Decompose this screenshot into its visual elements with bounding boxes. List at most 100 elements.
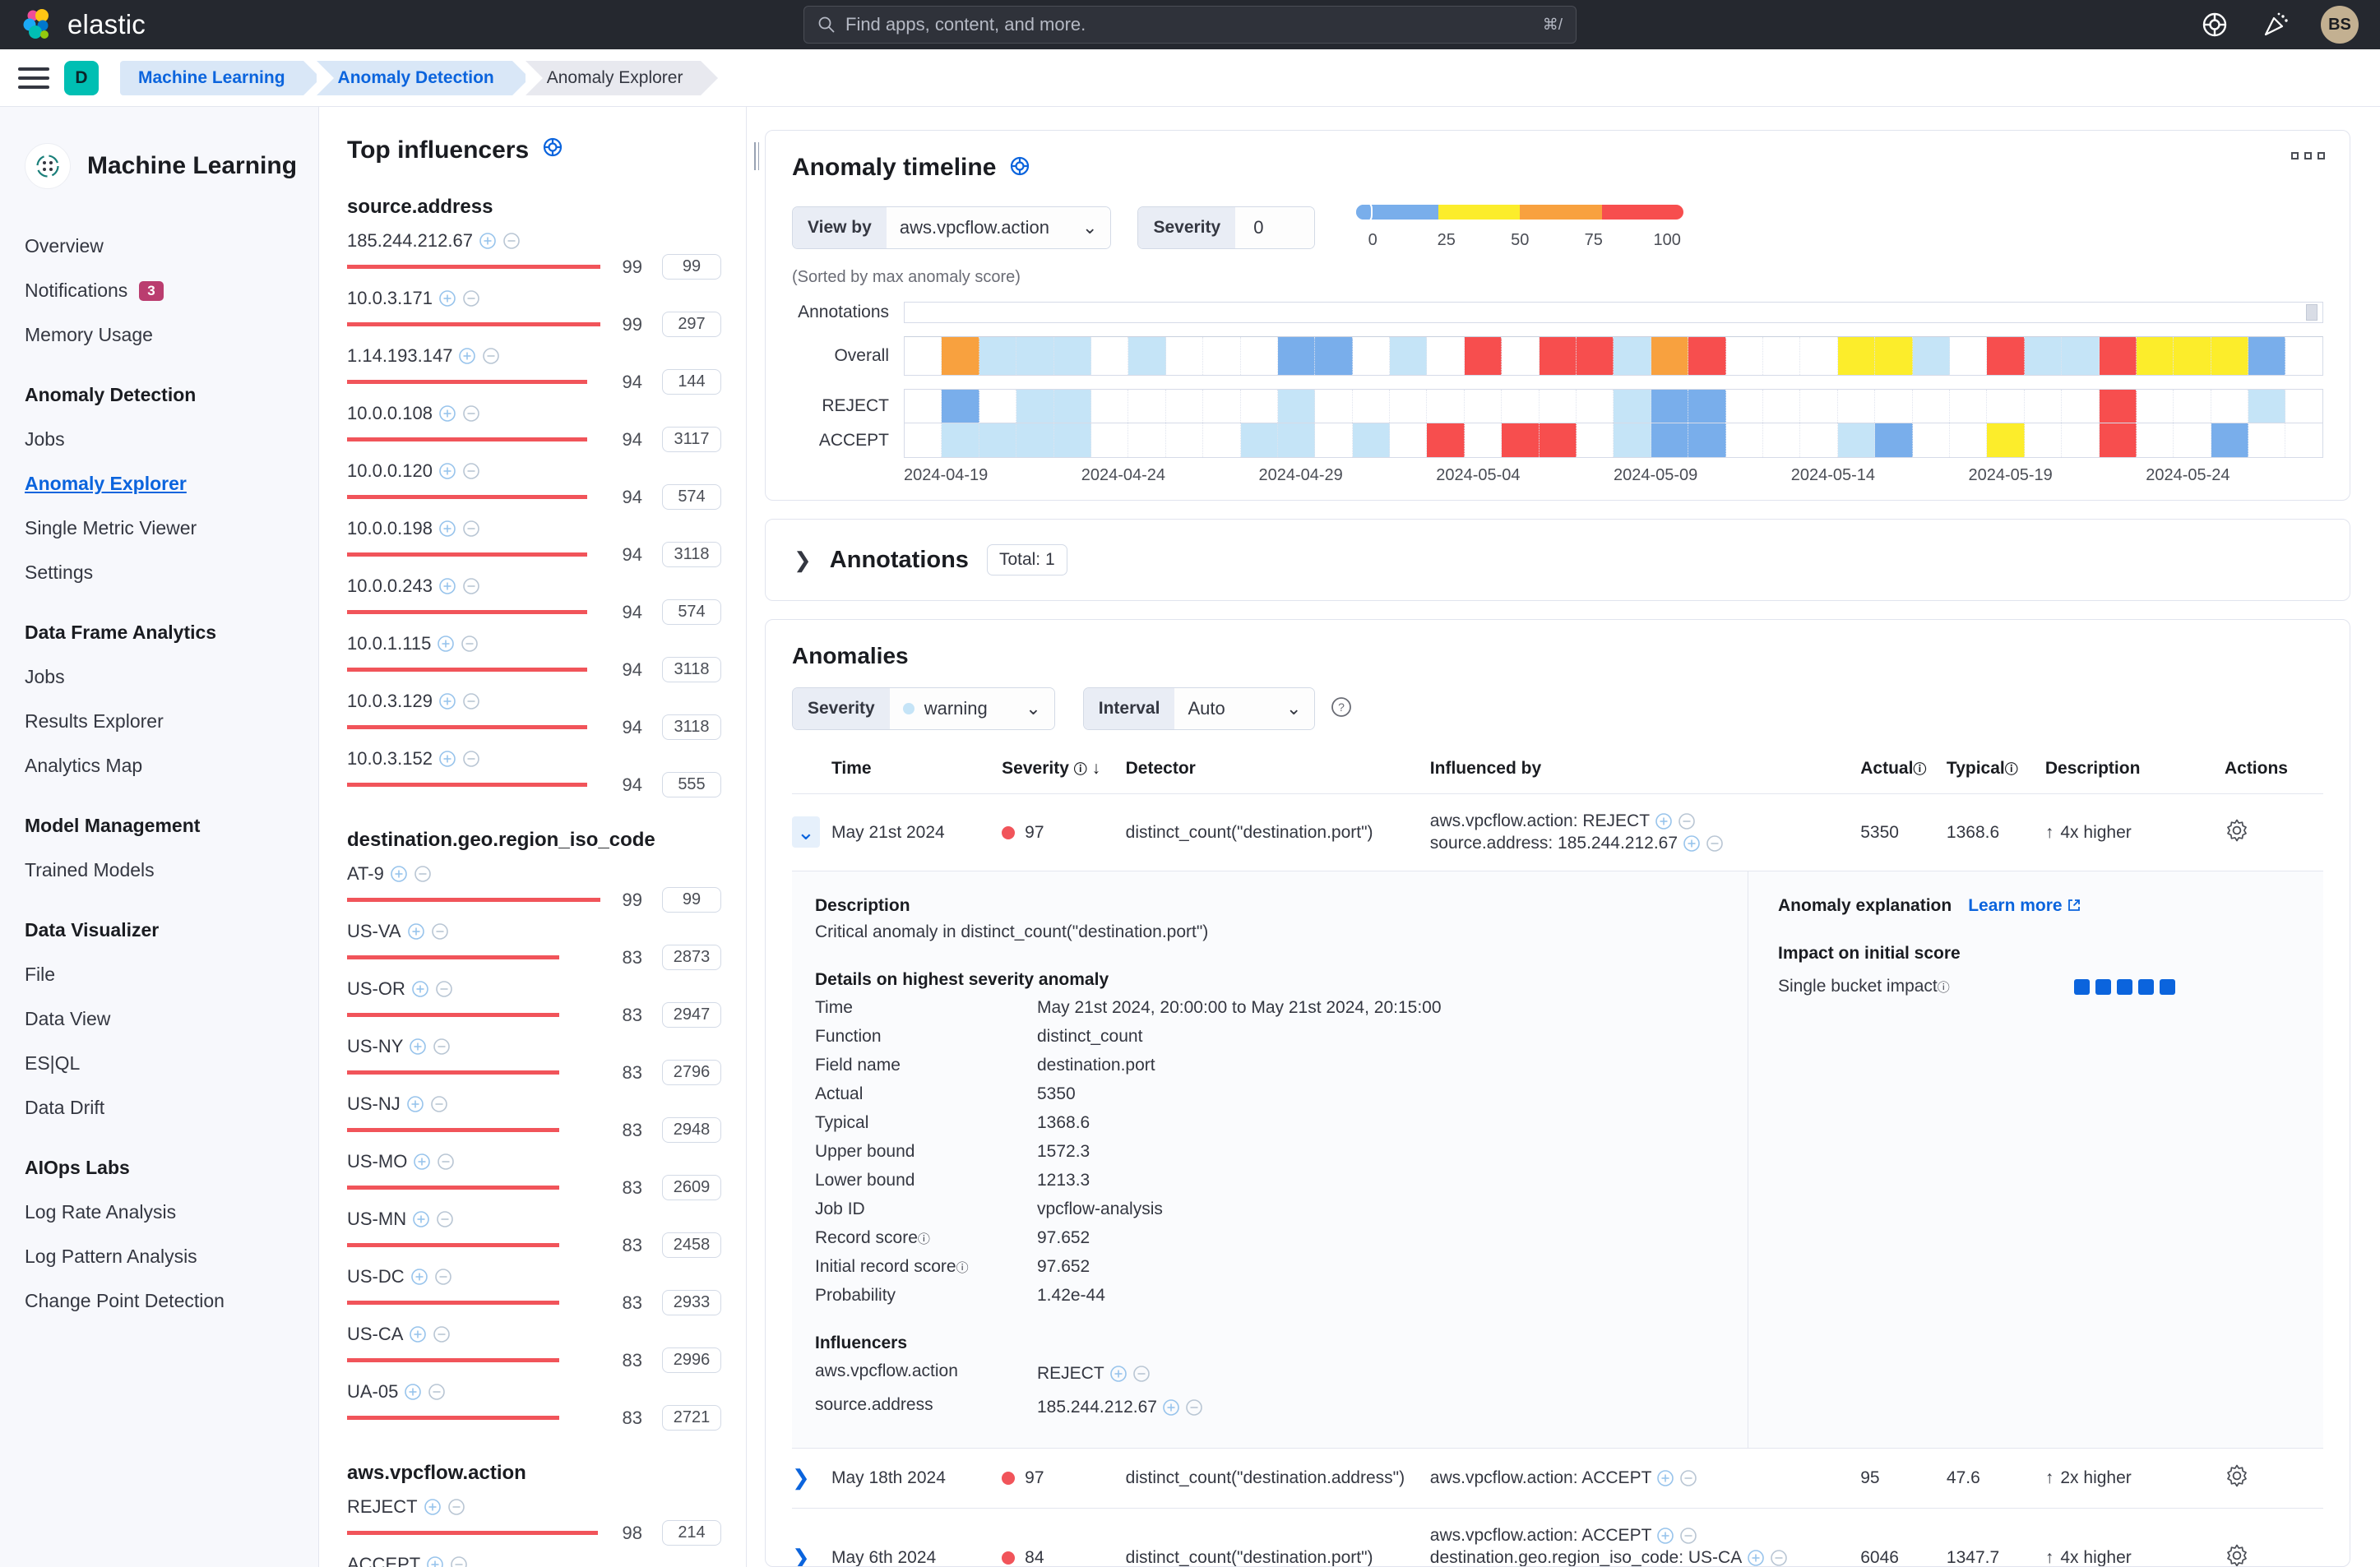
table-row[interactable]: ❯ May 6th 2024 84 distinct_count("destin… — [792, 1509, 2323, 1567]
swimlane-cell[interactable] — [2248, 423, 2285, 457]
sidebar-item-log-pattern-analysis[interactable]: Log Pattern Analysis — [25, 1246, 318, 1268]
view-by-select[interactable]: aws.vpcflow.action ⌄ — [887, 207, 1111, 248]
help-icon[interactable]: ⓘ — [1938, 981, 1950, 995]
swimlane-cell[interactable] — [1203, 423, 1240, 457]
gear-icon[interactable] — [2225, 1543, 2249, 1567]
row-actions[interactable] — [2225, 1509, 2323, 1567]
help-icon[interactable]: ⓘ — [1074, 763, 1087, 777]
swimlane-cell[interactable] — [1427, 423, 1464, 457]
swimlane-cell[interactable] — [2285, 337, 2322, 375]
swimlane-cell[interactable] — [905, 390, 942, 423]
help-icon[interactable]: ⓘ — [1913, 763, 1926, 777]
breadcrumb-item-anomaly-detection[interactable]: Anomaly Detection — [317, 61, 512, 95]
anomalies-interval-control[interactable]: Interval Auto ⌄ — [1083, 687, 1316, 730]
swimlane-cell[interactable] — [979, 423, 1016, 457]
sidebar-item-overview[interactable]: Overview — [25, 235, 318, 257]
swimlane-cell[interactable] — [1278, 423, 1315, 457]
swimlane-cell[interactable] — [1614, 423, 1651, 457]
drag-handle[interactable] — [754, 142, 759, 170]
view-by-control[interactable]: View by aws.vpcflow.action ⌄ — [792, 206, 1111, 249]
swimlane-cell[interactable] — [1054, 390, 1091, 423]
swimlane-cell[interactable] — [1540, 337, 1577, 375]
swimlane-cell[interactable] — [1763, 423, 1800, 457]
swimlane-cell[interactable] — [1987, 390, 2024, 423]
swimlane-cell[interactable] — [2248, 390, 2285, 423]
swimlane-cell[interactable] — [1241, 337, 1278, 375]
sidebar-item-settings[interactable]: Settings — [25, 562, 318, 584]
filter-add-icon[interactable] — [1656, 1469, 1674, 1487]
filter-remove-icon[interactable] — [450, 1555, 468, 1567]
filter-add-icon[interactable] — [438, 520, 456, 538]
swimlane-cell[interactable] — [905, 423, 942, 457]
severity-threshold-control[interactable]: Severity 0 — [1137, 206, 1315, 249]
th-description[interactable]: Description — [2045, 758, 2225, 794]
swimlane-cell[interactable] — [1166, 337, 1203, 375]
swimlane-cell[interactable] — [1763, 390, 1800, 423]
sidebar-item-anomaly-explorer[interactable]: Anomaly Explorer — [25, 473, 318, 495]
swimlane-cell[interactable] — [1427, 390, 1464, 423]
swimlane-cell[interactable] — [1016, 390, 1053, 423]
filter-add-icon[interactable] — [1683, 834, 1701, 853]
filter-add-icon[interactable] — [424, 1498, 442, 1516]
swimlane-cell[interactable] — [1315, 390, 1352, 423]
swimlane-cell[interactable] — [1016, 337, 1053, 375]
swimlane-cell[interactable] — [1875, 390, 1912, 423]
swimlane-cells-overall[interactable] — [904, 336, 2323, 376]
swimlane-cell[interactable] — [2248, 337, 2285, 375]
swimlane-cell[interactable] — [1427, 337, 1464, 375]
filter-add-icon[interactable] — [412, 1210, 430, 1228]
filter-remove-icon[interactable] — [1185, 1398, 1203, 1417]
chevron-right-icon[interactable]: ❯ — [794, 548, 812, 573]
th-influenced-by[interactable]: Influenced by — [1430, 758, 1860, 794]
sidebar-item-jobs[interactable]: Jobs — [25, 666, 318, 688]
sidebar-item-change-point-detection[interactable]: Change Point Detection — [25, 1290, 318, 1312]
swimlane-cell[interactable] — [1091, 337, 1128, 375]
filter-add-icon[interactable] — [1109, 1365, 1127, 1383]
filter-add-icon[interactable] — [479, 232, 497, 250]
timeline-info-icon[interactable] — [1009, 155, 1030, 181]
swimlane-cell[interactable] — [1763, 337, 1800, 375]
row-actions[interactable] — [2225, 1449, 2323, 1509]
sidebar-item-trained-models[interactable]: Trained Models — [25, 859, 318, 881]
swimlane-cell[interactable] — [1278, 337, 1315, 375]
swimlane-cell[interactable] — [1577, 337, 1614, 375]
swimlane-cell[interactable] — [1726, 390, 1763, 423]
annotation-marker[interactable] — [2306, 304, 2317, 321]
filter-add-icon[interactable] — [406, 1095, 424, 1113]
gear-icon[interactable] — [2225, 1463, 2249, 1488]
swimlane-cells-accept[interactable] — [904, 423, 2323, 458]
severity-slider-handle[interactable] — [1356, 205, 1373, 220]
filter-add-icon[interactable] — [1655, 812, 1673, 830]
swimlane-cell[interactable] — [942, 423, 979, 457]
learn-more-link[interactable]: Learn more — [1968, 896, 2081, 916]
sidebar-item-results-explorer[interactable]: Results Explorer — [25, 710, 318, 733]
swimlane-cell[interactable] — [1054, 423, 1091, 457]
swimlane-cell[interactable] — [2174, 390, 2211, 423]
filter-add-icon[interactable] — [426, 1555, 444, 1567]
swimlane-cell[interactable] — [1054, 337, 1091, 375]
panel-menu-icon[interactable] — [2291, 152, 2325, 159]
filter-remove-icon[interactable] — [414, 865, 432, 883]
filter-remove-icon[interactable] — [447, 1498, 465, 1516]
row-expand-toggle[interactable]: ❯ — [792, 1545, 810, 1567]
filter-remove-icon[interactable] — [462, 289, 480, 307]
swimlane-cell[interactable] — [2025, 390, 2062, 423]
swimlane-cell[interactable] — [1577, 390, 1614, 423]
swimlane-cell[interactable] — [2174, 337, 2211, 375]
row-actions[interactable] — [2225, 794, 2323, 871]
swimlane-cell[interactable] — [1315, 423, 1352, 457]
swimlane-cell[interactable] — [1502, 390, 1539, 423]
swimlane-cell[interactable] — [1577, 423, 1614, 457]
help-icon[interactable]: ⓘ — [956, 1261, 969, 1275]
swimlane-cell[interactable] — [942, 337, 979, 375]
swimlane-cell[interactable] — [1278, 390, 1315, 423]
swimlane-cell[interactable] — [1688, 390, 1725, 423]
filter-add-icon[interactable] — [410, 1268, 428, 1286]
swimlane-cell[interactable] — [1241, 390, 1278, 423]
swimlane-cell[interactable] — [1950, 390, 1987, 423]
filter-add-icon[interactable] — [407, 922, 425, 941]
swimlane-cell[interactable] — [1353, 390, 1390, 423]
swimlane-cell[interactable] — [1241, 423, 1278, 457]
row-expand-toggle[interactable]: ❯ — [792, 1465, 810, 1490]
help-icon[interactable]: ⓘ — [918, 1232, 930, 1246]
